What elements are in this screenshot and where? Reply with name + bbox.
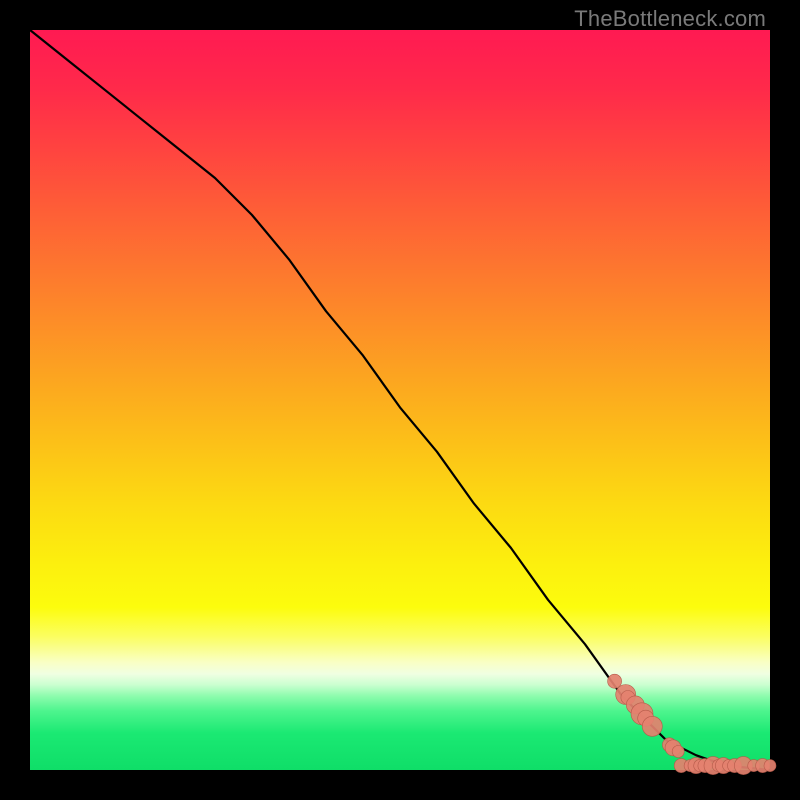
chart-frame: TheBottleneck.com — [0, 0, 800, 800]
plot-area — [30, 30, 770, 770]
curve-line — [30, 30, 770, 770]
data-point — [642, 716, 662, 736]
data-point — [764, 760, 776, 772]
data-point — [672, 746, 684, 758]
watermark-text: TheBottleneck.com — [574, 6, 766, 32]
chart-overlay — [30, 30, 770, 770]
scatter-markers — [608, 674, 776, 774]
data-point — [608, 674, 622, 688]
